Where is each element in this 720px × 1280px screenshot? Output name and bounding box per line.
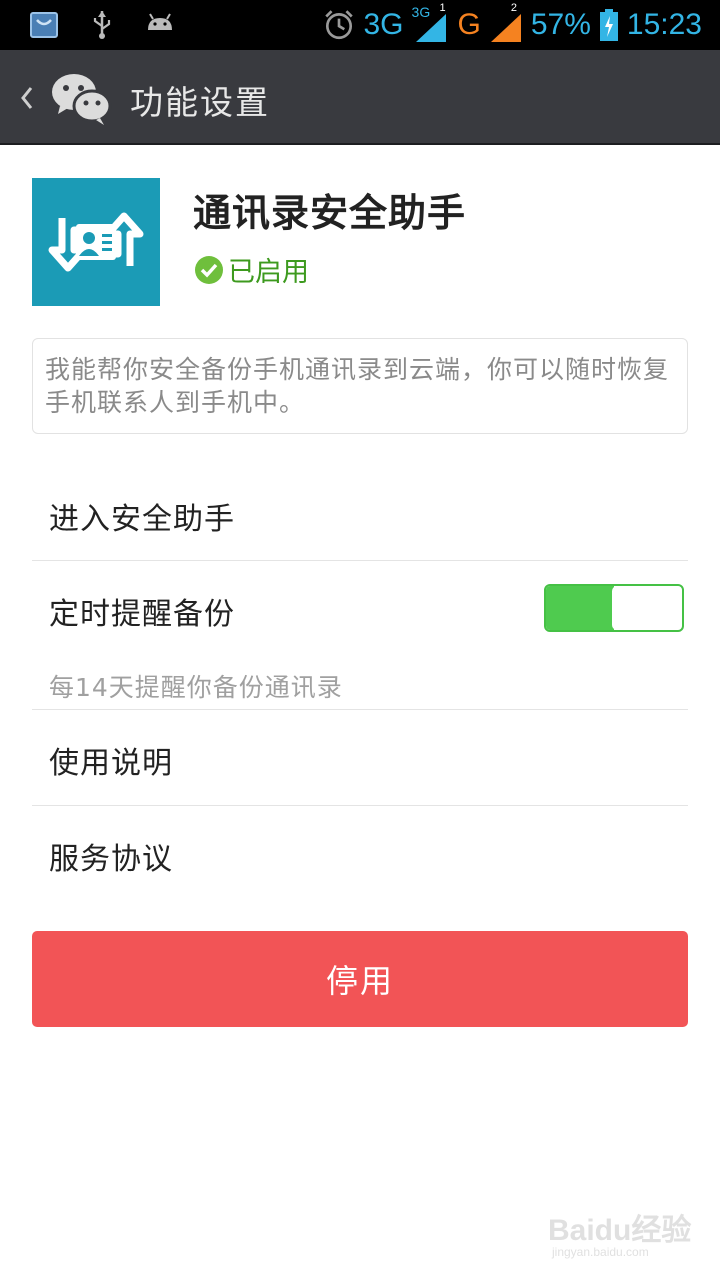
signal-bars-icon: [490, 14, 521, 42]
signal-bars-icon: [415, 14, 446, 42]
plugin-name: 通讯录安全助手: [193, 191, 467, 235]
instructions-item[interactable]: 使用说明: [32, 710, 688, 805]
description-text: 我能帮你安全备份手机通讯录到云端，你可以随时恢复手机联系人到手机中。: [45, 355, 670, 417]
plugin-description: 我能帮你安全备份手机通讯录到云端，你可以随时恢复手机联系人到手机中。: [32, 338, 688, 434]
page-title: 功能设置: [130, 83, 270, 122]
shopping-bag-icon: [30, 12, 58, 38]
alarm-icon: [324, 10, 353, 40]
battery-charging-icon: [599, 9, 618, 41]
app-bar: 功能设置: [0, 50, 720, 145]
status-bar: 3G 3G 1 G 2 57% 15:23: [0, 0, 720, 50]
android-icon: [148, 13, 172, 30]
battery-percent: 57%: [530, 8, 591, 41]
service-agreement-item[interactable]: 服务协议: [32, 806, 688, 901]
status-label: 已启用: [228, 257, 309, 288]
usb-icon: [93, 11, 111, 39]
instructions-label: 使用说明: [49, 746, 173, 781]
enter-assistant-item[interactable]: 进入安全助手: [32, 466, 688, 560]
contacts-backup-icon: [32, 178, 160, 306]
watermark-main: Baidu经验: [548, 1214, 692, 1247]
signal-g-indicator: 2: [489, 2, 523, 44]
network-3g-label: 3G: [363, 8, 404, 41]
toggle-on-fill: [546, 586, 614, 630]
disable-button[interactable]: 停用: [32, 931, 688, 1027]
wechat-logo-icon[interactable]: [50, 70, 112, 126]
toggle-knob: [612, 586, 682, 630]
network-g-label: G: [457, 8, 481, 41]
enter-assistant-label: 进入安全助手: [49, 502, 235, 537]
plugin-status: 已启用: [194, 250, 309, 289]
signal-3g-indicator: 3G 1: [412, 2, 450, 44]
scheduled-backup-toggle[interactable]: [544, 584, 684, 632]
scheduled-backup-label: 定时提醒备份: [49, 597, 235, 632]
baidu-watermark: Baidu经验 jingyan.baidu.com: [548, 1205, 698, 1265]
back-arrow-icon[interactable]: [16, 80, 38, 116]
service-agreement-label: 服务协议: [49, 842, 173, 877]
check-circle-icon: [195, 255, 223, 284]
clock: 15:23: [626, 8, 702, 41]
watermark-sub: jingyan.baidu.com: [552, 1245, 649, 1259]
scheduled-backup-hint: 每14天提醒你备份通讯录: [49, 673, 343, 702]
